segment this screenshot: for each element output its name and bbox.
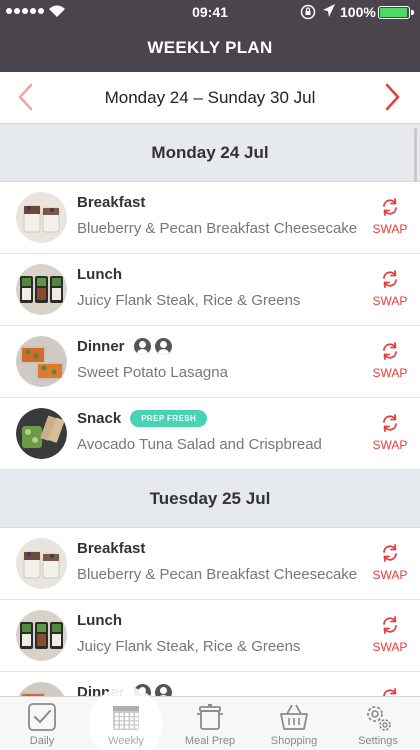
weekly-plan-list[interactable]: Monday 24 Jul Breakfast Blueberry & Pecan … — [0, 124, 420, 696]
calendar-icon — [110, 701, 142, 733]
pot-icon — [194, 701, 226, 733]
tab-settings[interactable]: Settings — [336, 697, 420, 750]
tab-weekly[interactable]: Weekly — [84, 697, 168, 750]
meal-row-lunch[interactable]: Lunch Juicy Flank Steak, Rice & Greens SWA… — [0, 600, 420, 672]
check-icon — [26, 701, 58, 733]
meal-photo — [16, 336, 67, 387]
orientation-lock-icon — [300, 4, 316, 20]
swap-label: SWAP — [372, 294, 408, 308]
chevron-right-icon — [385, 83, 400, 111]
week-selector: Monday 24 – Sunday 30 Jul — [0, 72, 420, 124]
meal-photo — [16, 408, 67, 459]
tab-label: Shopping — [270, 735, 318, 747]
location-arrow-icon — [323, 4, 335, 17]
swap-icon — [383, 544, 397, 562]
servings-badges — [133, 338, 172, 355]
tab-label: Meal Prep — [184, 735, 236, 747]
page-title: WEEKLY PLAN — [147, 38, 273, 57]
meal-row-dinner[interactable]: Dinner Sweet Potato Lasagna SWAP — [0, 326, 420, 398]
swap-button[interactable]: SWAP — [372, 688, 408, 696]
meal-row-breakfast[interactable]: Breakfast Blueberry & Pecan Breakfast Che… — [0, 182, 420, 254]
meal-type-label: Breakfast — [77, 540, 146, 557]
swap-icon — [383, 688, 397, 696]
battery-icon — [378, 6, 414, 19]
tab-meal-prep[interactable]: Meal Prep — [168, 697, 252, 750]
meal-photo — [16, 610, 67, 661]
next-week-button[interactable] — [378, 80, 408, 114]
meal-row-dinner[interactable]: DinnerSWAP — [0, 672, 420, 696]
swap-button[interactable]: SWAP — [372, 270, 408, 308]
person-icon — [154, 338, 172, 355]
day-header: Tuesday 25 Jul — [0, 470, 420, 528]
meal-name: Blueberry & Pecan Breakfast Cheesecake — [77, 220, 358, 237]
swap-button[interactable]: SWAP — [372, 414, 408, 452]
meal-type-label: Dinner — [77, 338, 125, 355]
tab-shopping[interactable]: Shopping — [252, 697, 336, 750]
meal-name: Sweet Potato Lasagna — [77, 364, 228, 381]
week-range: Monday 24 – Sunday 30 Jul — [104, 88, 316, 107]
meal-type-label: Lunch — [77, 612, 122, 629]
swap-icon — [383, 616, 397, 634]
tab-daily[interactable]: Daily — [0, 697, 84, 750]
meal-name: Juicy Flank Steak, Rice & Greens — [77, 638, 301, 655]
person-icon — [154, 684, 172, 696]
meal-name: Juicy Flank Steak, Rice & Greens — [77, 292, 301, 309]
nav-bar: WEEKLY PLAN — [0, 24, 420, 72]
swap-icon — [383, 270, 397, 288]
swap-button[interactable]: SWAP — [372, 544, 408, 582]
swap-label: SWAP — [372, 640, 408, 654]
swap-icon — [383, 342, 397, 360]
battery-percentage: 100% — [340, 4, 376, 20]
meal-row-lunch[interactable]: Lunch Juicy Flank Steak, Rice & Greens SWA… — [0, 254, 420, 326]
prep-fresh-tag: PREP FRESH — [130, 410, 208, 427]
meal-type-label: Lunch — [77, 266, 122, 283]
swap-icon — [383, 414, 397, 432]
swap-button[interactable]: SWAP — [372, 342, 408, 380]
meal-row-breakfast[interactable]: Breakfast Blueberry & Pecan Breakfast Che… — [0, 528, 420, 600]
swap-label: SWAP — [372, 366, 408, 380]
tab-label: Daily — [29, 735, 55, 747]
meal-type-label: Breakfast — [77, 194, 146, 211]
tab-label: Settings — [358, 735, 398, 747]
day-header: Monday 24 Jul — [0, 124, 420, 182]
swap-icon — [383, 198, 397, 216]
meal-photo — [16, 192, 67, 243]
tab-label: Weekly — [108, 735, 144, 747]
meal-name: Avocado Tuna Salad and Crispbread — [77, 436, 322, 453]
swap-label: SWAP — [372, 438, 408, 452]
tab-bar: Daily Weekly Meal Prep Shopping Settings — [0, 696, 420, 750]
basket-icon — [278, 701, 310, 733]
person-icon — [133, 338, 151, 355]
meal-photo — [16, 264, 67, 315]
meal-row-snack[interactable]: Snack PREP FRESH Avocado Tuna Salad and Cr… — [0, 398, 420, 470]
gears-icon — [362, 701, 394, 733]
status-bar: 09:41 100% — [0, 0, 420, 24]
meal-type-label: Snack — [77, 410, 122, 427]
meal-name: Blueberry & Pecan Breakfast Cheesecake — [77, 566, 358, 583]
swap-label: SWAP — [372, 222, 408, 236]
meal-photo — [16, 538, 67, 589]
swap-label: SWAP — [372, 568, 408, 582]
meal-photo — [16, 682, 67, 696]
swap-button[interactable]: SWAP — [372, 198, 408, 236]
swap-button[interactable]: SWAP — [372, 616, 408, 654]
